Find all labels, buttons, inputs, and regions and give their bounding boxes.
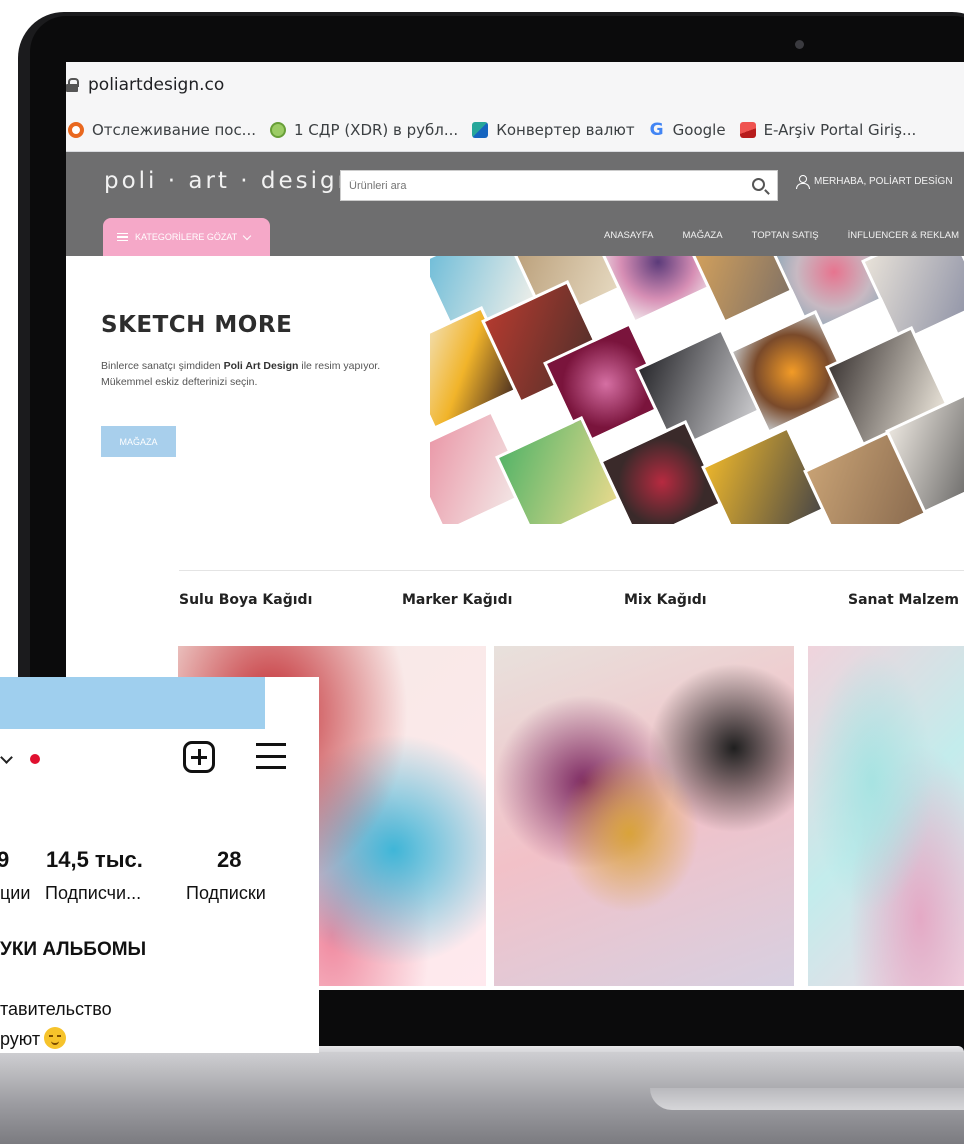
user-icon — [796, 175, 810, 189]
user-label: MERHABA, POLİART DESİGN — [814, 176, 953, 187]
menu-icon[interactable] — [256, 743, 286, 769]
bookmark-label: 1 СДР (XDR) в рубл... — [294, 120, 459, 139]
hero-title: SKETCH MORE — [101, 312, 293, 338]
notification-dot — [30, 754, 40, 764]
bookmarks-bar: Отслеживание пос... 1 СДР (XDR) в рубл..… — [66, 108, 964, 152]
category-marker[interactable]: Marker Kağıdı — [402, 592, 512, 608]
posts-label: ции — [0, 883, 31, 903]
add-post-icon[interactable] — [183, 741, 215, 773]
url-text[interactable]: poliartdesign.co — [88, 75, 224, 95]
earsiv-icon — [739, 121, 756, 138]
site-logo[interactable]: poli · art · design — [104, 168, 355, 194]
bookmark-label: Google — [672, 120, 726, 139]
tracking-icon — [68, 121, 84, 138]
profile-category: УКИ АЛЬБОМЫ — [0, 939, 147, 960]
main-nav: ANASAYFA MAĞAZA TOPTAN SATIŞ İNFLUENCER … — [604, 230, 959, 241]
hero-collage — [430, 256, 964, 524]
bookmark-google[interactable]: G Google — [649, 120, 726, 140]
hero-line2: Mükemmel eskiz defterinizi seçin. — [101, 376, 258, 388]
following-label[interactable]: Подписки — [186, 883, 266, 904]
lock-icon — [66, 78, 79, 92]
followers-count[interactable]: 14,5 тыс. — [46, 847, 143, 873]
bookmark-earsiv[interactable]: E-Arşiv Portal Giriş... — [739, 120, 917, 139]
search-input[interactable] — [341, 171, 741, 200]
banner-marker[interactable] — [494, 646, 794, 986]
bookmark-xdr[interactable]: 1 СДР (XDR) в рубл... — [270, 121, 458, 139]
bookmark-label: Отслеживание пос... — [92, 120, 256, 139]
google-icon: G — [649, 119, 664, 140]
category-art-supplies[interactable]: Sanat Malzem — [848, 592, 959, 608]
nav-influencer[interactable]: İNFLUENCER & REKLAM — [848, 230, 959, 241]
camera-icon — [795, 40, 804, 49]
chevron-down-icon — [242, 231, 252, 240]
menu-icon — [117, 233, 128, 241]
bookmark-label: E-Arşiv Portal Giriş... — [763, 120, 917, 139]
bio-line: руют — [0, 1027, 67, 1050]
hero-line1-start: Binlerce sanatçı şimdiden — [101, 360, 224, 372]
banner-mix[interactable] — [808, 646, 964, 986]
bookmark-tracking[interactable]: Отслеживание пос... — [68, 121, 256, 139]
nav-wholesale[interactable]: TOPTAN SATIŞ — [752, 230, 819, 241]
followers-label[interactable]: Подписчи... — [45, 883, 141, 904]
shop-button[interactable]: MAĞAZA — [101, 426, 176, 457]
stage: poliartdesign.co Отслеживание пос... 1 С… — [0, 0, 964, 1144]
user-account-link[interactable]: MERHABA, POLİART DESİGN — [796, 175, 953, 189]
laptop-base-notch — [650, 1088, 964, 1110]
site-header: poli · art · design MERHABA, POLİART DES… — [66, 152, 964, 256]
category-mix[interactable]: Mix Kağıdı — [624, 592, 707, 608]
currency-icon — [472, 121, 489, 138]
bio-line-text: руют — [0, 1029, 41, 1049]
following-count[interactable]: 28 — [217, 847, 241, 873]
nav-home[interactable]: ANASAYFA — [604, 230, 653, 241]
category-strip: Sulu Boya Kağıdı Marker Kağıdı Mix Kağıd… — [66, 592, 964, 622]
search-icon[interactable] — [752, 178, 765, 191]
instagram-profile-overlay: 9 14,5 тыс. 28 ции Подписчи... Подписки … — [0, 677, 319, 1053]
bookmark-currency[interactable]: Конвертер валют — [472, 120, 635, 139]
posts-count: 9 — [0, 847, 10, 872]
hero-brand: Poli Art Design — [223, 360, 299, 372]
category-watercolor[interactable]: Sulu Boya Kağıdı — [179, 592, 312, 608]
bookmark-label: Конвертер валют — [496, 120, 635, 139]
hero-description: Binlerce sanatçı şimdiden Poli Art Desig… — [101, 358, 391, 390]
smirk-emoji-icon — [44, 1027, 67, 1049]
bio-line: тавительство — [0, 999, 112, 1019]
address-bar[interactable]: poliartdesign.co — [66, 62, 964, 108]
nav-shop[interactable]: MAĞAZA — [682, 230, 722, 241]
search-box[interactable] — [340, 170, 778, 201]
section-divider — [179, 570, 964, 571]
categories-button[interactable]: KATEGORİLERE GÖZAT — [103, 218, 270, 256]
hero-line1-end: ile resim yapıyor. — [298, 360, 381, 372]
xdr-icon — [270, 121, 286, 138]
categories-label: KATEGORİLERE GÖZAT — [135, 232, 238, 242]
overlay-blue-strip — [0, 677, 265, 729]
